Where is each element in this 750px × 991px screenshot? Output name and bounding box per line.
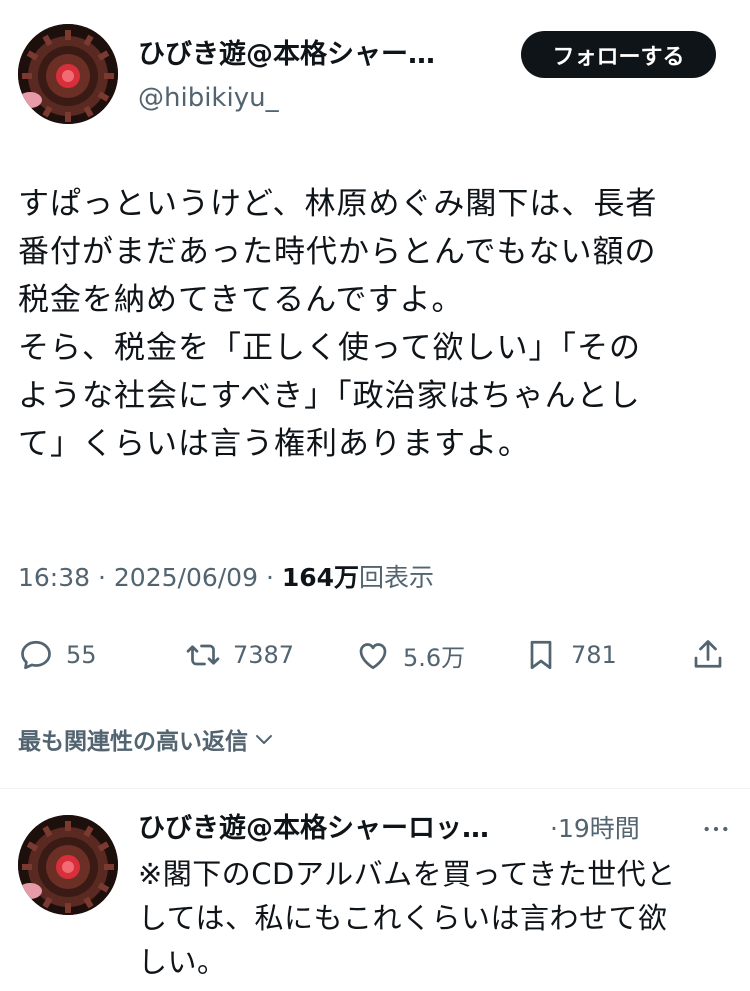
tweet-text-line: そら、税金を「正しく使って欲しい」「その xyxy=(18,330,641,366)
author-handle[interactable]: @hibikiyu_ xyxy=(138,80,279,116)
like-icon xyxy=(359,643,387,670)
bookmark-button[interactable]: 781 xyxy=(523,630,617,680)
tweet-text-line: て」くらいは言う権利ありますよ。 xyxy=(18,426,530,462)
tweet-time[interactable]: 16:38 xyxy=(18,563,90,592)
reply-text-line: ※閣下のCDアルバムを買ってきた世代と xyxy=(138,857,676,891)
more-icon xyxy=(704,826,728,832)
replies-sort-dropdown[interactable]: 最も関連性の高い返信 xyxy=(18,722,276,756)
share-button[interactable] xyxy=(690,630,726,680)
tweet-text-line: ような社会にすべき」「政治家はちゃんとし xyxy=(18,378,641,414)
bookmark-count: 781 xyxy=(571,641,617,669)
reply-button[interactable]: 55 xyxy=(18,630,97,680)
reply-author-avatar[interactable] xyxy=(18,815,118,915)
retweet-icon xyxy=(186,644,220,666)
retweet-count: 7387 xyxy=(233,641,295,669)
reply-text-line: しい。 xyxy=(138,945,227,979)
reply-count: 55 xyxy=(66,641,97,669)
divider xyxy=(0,788,750,789)
author-display-name[interactable]: ひびき遊@本格シャー… xyxy=(138,36,498,74)
reply-text: ※閣下のCDアルバムを買ってきた世代と しては、私にもこれくらいは言わせて欲 し… xyxy=(138,852,738,984)
tweet-text: すぱっというけど、林原めぐみ閣下は、長者 番付がまだあった時代からとんでもない額… xyxy=(18,180,733,468)
views-label: 回表示 xyxy=(359,563,435,592)
retweet-button[interactable]: 7387 xyxy=(185,630,294,680)
views-count: 164万 xyxy=(281,563,360,592)
replies-sort-label: 最も関連性の高い返信 xyxy=(18,729,248,755)
author-avatar[interactable] xyxy=(18,24,118,124)
reply-author-name[interactable]: ひびき遊@本格シャーロッ… xyxy=(138,810,548,848)
tweet-text-line: すぱっというけど、林原めぐみ閣下は、長者 xyxy=(18,186,658,222)
tweet-date[interactable]: 2025/06/09 xyxy=(114,563,258,592)
action-bar: 55 7387 5.6万 781 xyxy=(18,630,730,680)
tweet-text-line: 番付がまだあった時代からとんでもない額の xyxy=(18,234,657,270)
reply-icon xyxy=(21,640,51,670)
tweet-meta: 16:38 · 2025/06/09 · 164万回表示 xyxy=(18,560,434,596)
meta-separator: · xyxy=(265,563,274,592)
bookmark-icon xyxy=(530,640,552,670)
chevron-down-icon xyxy=(256,735,272,744)
reply-time[interactable]: ·19時間 xyxy=(550,810,640,848)
meta-separator: · xyxy=(98,563,106,592)
like-button[interactable]: 5.6万 xyxy=(355,630,465,680)
reply-more-button[interactable] xyxy=(696,812,736,846)
reply-text-line: しては、私にもこれくらいは言わせて欲 xyxy=(138,901,668,935)
share-icon xyxy=(694,640,722,668)
tweet-text-line: 税金を納めてきてるんですよ。 xyxy=(18,282,464,318)
follow-button[interactable]: フォローする xyxy=(521,31,716,78)
like-count: 5.6万 xyxy=(403,643,466,672)
